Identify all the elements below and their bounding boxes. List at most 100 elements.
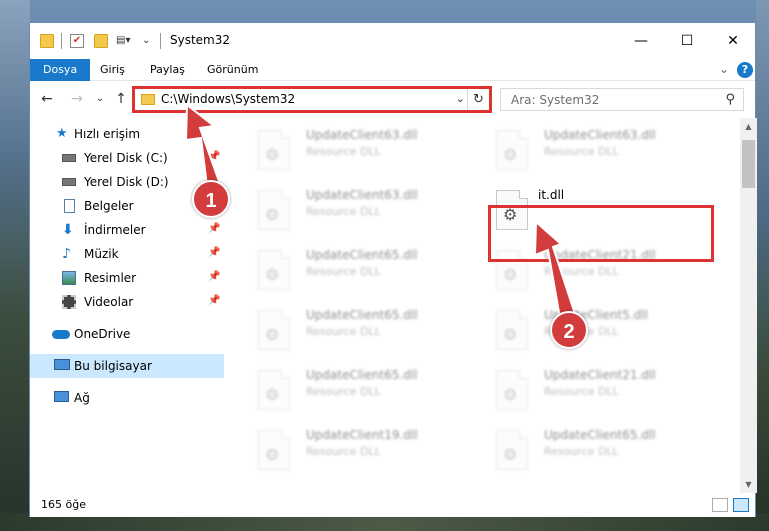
navigation-bar: ← → ⌄ ↑ C:\Windows\System32 ⌄ ↻ Ara: Sys…: [30, 82, 755, 116]
sidebar-item-label: Ağ: [74, 391, 90, 405]
dll-file-icon: ⚙: [258, 250, 290, 290]
file-name: UpdateClient65.dll: [306, 368, 418, 382]
file-name: UpdateClient63.dll: [544, 128, 656, 142]
navigation-pane: ★ Hızlı erişim Yerel Disk (C:) 📌 Yerel D…: [30, 118, 224, 493]
search-icon[interactable]: ⚲: [725, 92, 735, 107]
toolbar-dropdown-icon[interactable]: ⌄: [142, 34, 156, 48]
scroll-down-icon[interactable]: ▼: [740, 476, 757, 493]
sidebar-item-videos[interactable]: Videolar 📌: [30, 290, 224, 314]
tab-view[interactable]: Görünüm: [194, 59, 271, 81]
minimize-button[interactable]: —: [618, 23, 664, 59]
folder-icon: [40, 34, 54, 48]
file-type: Resource DLL: [544, 445, 619, 458]
file-item[interactable]: ⚙ UpdateClient21.dll Resource DLL: [472, 244, 697, 302]
file-item[interactable]: ⚙ UpdateClient63.dll Resource DLL: [234, 184, 459, 242]
back-button[interactable]: ←: [38, 90, 56, 108]
file-item[interactable]: ⚙ UpdateClient21.dll Resource DLL: [472, 364, 697, 422]
address-bar[interactable]: C:\Windows\System32 ⌄ ↻: [134, 88, 490, 111]
dll-file-icon: ⚙: [258, 430, 290, 470]
sidebar-item-downloads[interactable]: ⬇ İndirmeler 📌: [30, 218, 224, 242]
sidebar-item-label: Belgeler: [84, 199, 134, 213]
sidebar-item-network[interactable]: Ağ: [30, 386, 224, 410]
tab-share[interactable]: Paylaş: [137, 59, 198, 81]
window-title: System32: [170, 33, 231, 47]
file-item-it-dll[interactable]: ⚙ it.dll: [472, 184, 697, 242]
dll-file-icon: ⚙: [496, 430, 528, 470]
search-input[interactable]: Ara: System32 ⚲: [500, 88, 744, 111]
dll-file-icon: ⚙: [496, 250, 528, 290]
item-count: 165 öğe: [41, 498, 86, 511]
step-badge-2: 2: [550, 311, 588, 349]
file-type: Resource DLL: [306, 385, 381, 398]
close-button[interactable]: ✕: [710, 23, 756, 59]
desktop-wallpaper-left: [0, 0, 30, 531]
network-icon: [54, 391, 69, 402]
sidebar-item-label: İndirmeler: [84, 223, 146, 237]
file-name: UpdateClient65.dll: [544, 428, 656, 442]
large-icons-view-icon[interactable]: [733, 498, 749, 512]
sidebar-item-quick-access[interactable]: ★ Hızlı erişim: [30, 122, 224, 146]
documents-icon: [64, 199, 75, 213]
ribbon-tabs: Dosya Giriş Paylaş Görünüm ⌄ ?: [30, 59, 755, 81]
customize-toolbar-icon[interactable]: ▤▾: [116, 34, 130, 48]
sidebar-item-label: Hızlı erişim: [74, 127, 141, 141]
search-placeholder: Ara: System32: [511, 93, 600, 107]
file-name: UpdateClient63.dll: [306, 128, 418, 142]
address-dropdown-icon[interactable]: ⌄: [456, 92, 465, 105]
recent-locations-button[interactable]: ⌄: [91, 90, 109, 108]
drive-icon: [62, 178, 76, 186]
sidebar-item-label: Videolar: [84, 295, 134, 309]
scroll-up-icon[interactable]: ▲: [740, 118, 757, 135]
dll-file-icon: ⚙: [258, 130, 290, 170]
file-type: Resource DLL: [306, 445, 381, 458]
pictures-icon: [62, 271, 76, 285]
videos-icon: [62, 295, 76, 309]
star-icon: ★: [56, 126, 68, 141]
maximize-button[interactable]: ☐: [664, 23, 710, 59]
sidebar-item-label: Resimler: [84, 271, 137, 285]
pin-icon[interactable]: 📌: [208, 271, 220, 282]
file-item[interactable]: ⚙ UpdateClient65.dll Resource DLL: [234, 364, 459, 422]
file-item[interactable]: ⚙ UpdateClient19.dll Resource DLL: [234, 424, 459, 482]
downloads-icon: ⬇: [62, 222, 74, 238]
title-bar: ✔ ▤▾ ⌄ System32 — ☐ ✕: [30, 23, 755, 59]
tab-file[interactable]: Dosya: [30, 59, 91, 81]
sidebar-item-local-disk-c[interactable]: Yerel Disk (C:) 📌: [30, 146, 224, 170]
pin-icon[interactable]: 📌: [208, 295, 220, 306]
up-button[interactable]: ↑: [112, 90, 130, 108]
file-type: Resource DLL: [306, 145, 381, 158]
refresh-button[interactable]: ↻: [467, 89, 489, 110]
step-badge-1: 1: [192, 180, 230, 218]
file-list: ⚙ UpdateClient63.dll Resource DLL ⚙ Upda…: [224, 118, 740, 493]
help-icon[interactable]: ?: [737, 62, 753, 78]
forward-button[interactable]: →: [68, 90, 86, 108]
expand-ribbon-icon[interactable]: ⌄: [716, 62, 732, 78]
pin-icon[interactable]: 📌: [208, 247, 220, 258]
divider: [61, 33, 62, 49]
sidebar-item-this-pc[interactable]: Bu bilgisayar: [30, 354, 224, 378]
pin-icon[interactable]: 📌: [208, 223, 220, 234]
sidebar-item-music[interactable]: ♪ Müzik 📌: [30, 242, 224, 266]
file-name: UpdateClient65.dll: [306, 308, 418, 322]
status-bar: 165 öğe: [30, 493, 755, 517]
vertical-scrollbar[interactable]: ▲ ▼: [740, 118, 757, 493]
scrollbar-thumb[interactable]: [742, 140, 755, 188]
tab-home[interactable]: Giriş: [87, 59, 138, 81]
pin-icon[interactable]: 📌: [208, 151, 220, 162]
file-item[interactable]: ⚙ UpdateClient63.dll Resource DLL: [472, 124, 697, 182]
file-name: UpdateClient19.dll: [306, 428, 418, 442]
file-item[interactable]: ⚙ UpdateClient65.dll Resource DLL: [234, 304, 459, 362]
file-name: UpdateClient63.dll: [306, 188, 418, 202]
sidebar-item-pictures[interactable]: Resimler 📌: [30, 266, 224, 290]
properties-icon[interactable]: ✔: [70, 34, 84, 48]
file-item[interactable]: ⚙ UpdateClient65.dll Resource DLL: [234, 244, 459, 302]
file-name: UpdateClient21.dll: [544, 248, 656, 262]
address-path[interactable]: C:\Windows\System32: [161, 92, 295, 106]
file-type: Resource DLL: [306, 265, 381, 278]
new-folder-icon[interactable]: [94, 34, 108, 48]
file-type: Resource DLL: [544, 385, 619, 398]
file-item[interactable]: ⚙ UpdateClient63.dll Resource DLL: [234, 124, 459, 182]
details-view-icon[interactable]: [712, 498, 728, 512]
file-item[interactable]: ⚙ UpdateClient65.dll Resource DLL: [472, 424, 697, 482]
sidebar-item-onedrive[interactable]: OneDrive: [30, 322, 224, 346]
